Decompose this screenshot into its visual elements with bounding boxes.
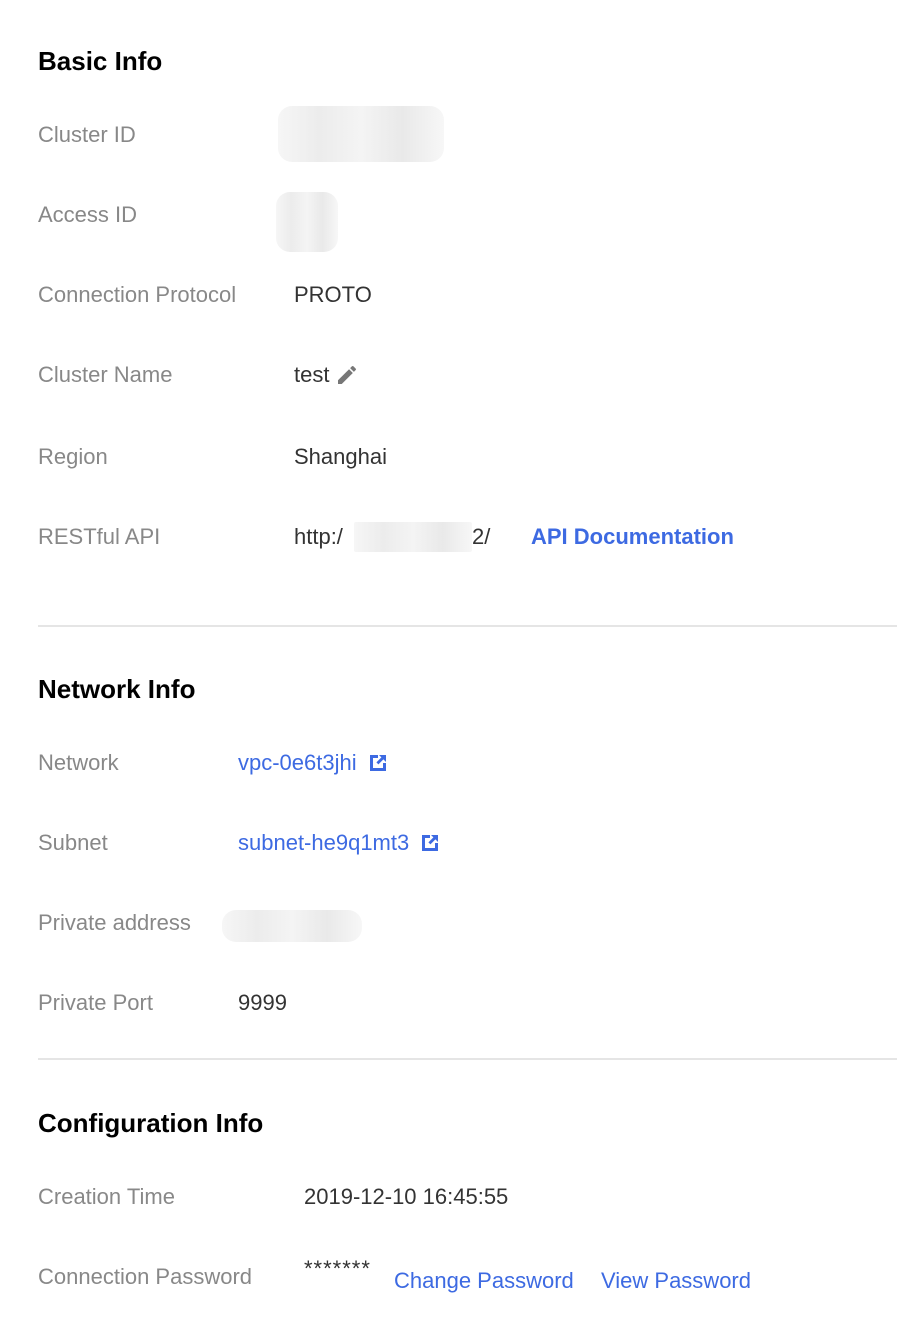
- network-value-group: vpc-0e6t3jhi: [238, 748, 389, 778]
- configuration-info-title: Configuration Info: [38, 1108, 264, 1138]
- subnet-value-group: subnet-he9q1mt3: [238, 828, 441, 858]
- private-port-label: Private Port: [38, 990, 153, 1015]
- creation-time-value: 2019-12-10 16:45:55: [304, 1184, 509, 1209]
- private-port-row: Private Port 9999: [0, 988, 897, 1018]
- creation-time-row: Creation Time 2019-12-10 16:45:55: [0, 1182, 897, 1212]
- change-password-link[interactable]: Change Password: [394, 1266, 574, 1296]
- external-link-icon[interactable]: [367, 752, 389, 774]
- cluster-id-label: Cluster ID: [38, 122, 136, 147]
- restful-api-row: RESTful API http:/ 2/ API Documentation: [0, 522, 897, 552]
- connection-protocol-label: Connection Protocol: [38, 282, 237, 307]
- subnet-label: Subnet: [38, 830, 108, 855]
- subnet-link[interactable]: subnet-he9q1mt3: [238, 828, 409, 858]
- cluster-name-value: test: [294, 362, 330, 387]
- private-port-value: 9999: [238, 990, 287, 1015]
- pencil-icon[interactable]: [335, 363, 359, 387]
- restful-api-label: RESTful API: [38, 524, 161, 549]
- cluster-id-row: Cluster ID: [0, 106, 897, 162]
- private-address-redacted: [222, 910, 362, 942]
- region-value: Shanghai: [294, 444, 387, 469]
- basic-info-title: Basic Info: [38, 46, 163, 76]
- private-address-label: Private address: [38, 910, 191, 935]
- network-row: Network vpc-0e6t3jhi: [0, 748, 897, 778]
- access-id-redacted: [276, 192, 338, 252]
- restful-api-prefix: http:/: [294, 524, 343, 549]
- subnet-row: Subnet subnet-he9q1mt3: [0, 828, 897, 858]
- section-divider-2: [38, 1058, 897, 1060]
- connection-password-label: Connection Password: [38, 1264, 253, 1289]
- connection-protocol-row: Connection Protocol PROTO: [0, 280, 897, 310]
- api-documentation-link[interactable]: API Documentation: [531, 522, 734, 552]
- restful-api-redacted: [354, 522, 472, 552]
- cluster-name-row: Cluster Name test: [0, 360, 897, 390]
- connection-protocol-value: PROTO: [294, 282, 372, 307]
- connection-password-value: *******: [304, 1256, 371, 1281]
- region-row: Region Shanghai: [0, 442, 897, 472]
- region-label: Region: [38, 444, 108, 469]
- view-password-link[interactable]: View Password: [601, 1266, 751, 1296]
- private-address-row: Private address: [0, 908, 897, 942]
- access-id-row: Access ID: [0, 192, 897, 252]
- cluster-id-redacted: [278, 106, 444, 162]
- network-label: Network: [38, 750, 119, 775]
- cluster-name-label: Cluster Name: [38, 362, 173, 387]
- connection-password-row: Connection Password ******* Change Passw…: [0, 1256, 897, 1293]
- section-divider-1: [38, 625, 897, 627]
- network-info-title: Network Info: [38, 674, 196, 704]
- cluster-name-value-group: test: [294, 360, 359, 390]
- creation-time-label: Creation Time: [38, 1184, 175, 1209]
- access-id-label: Access ID: [38, 202, 138, 227]
- network-link[interactable]: vpc-0e6t3jhi: [238, 748, 357, 778]
- restful-api-suffix: 2/: [472, 524, 491, 549]
- external-link-icon[interactable]: [419, 832, 441, 854]
